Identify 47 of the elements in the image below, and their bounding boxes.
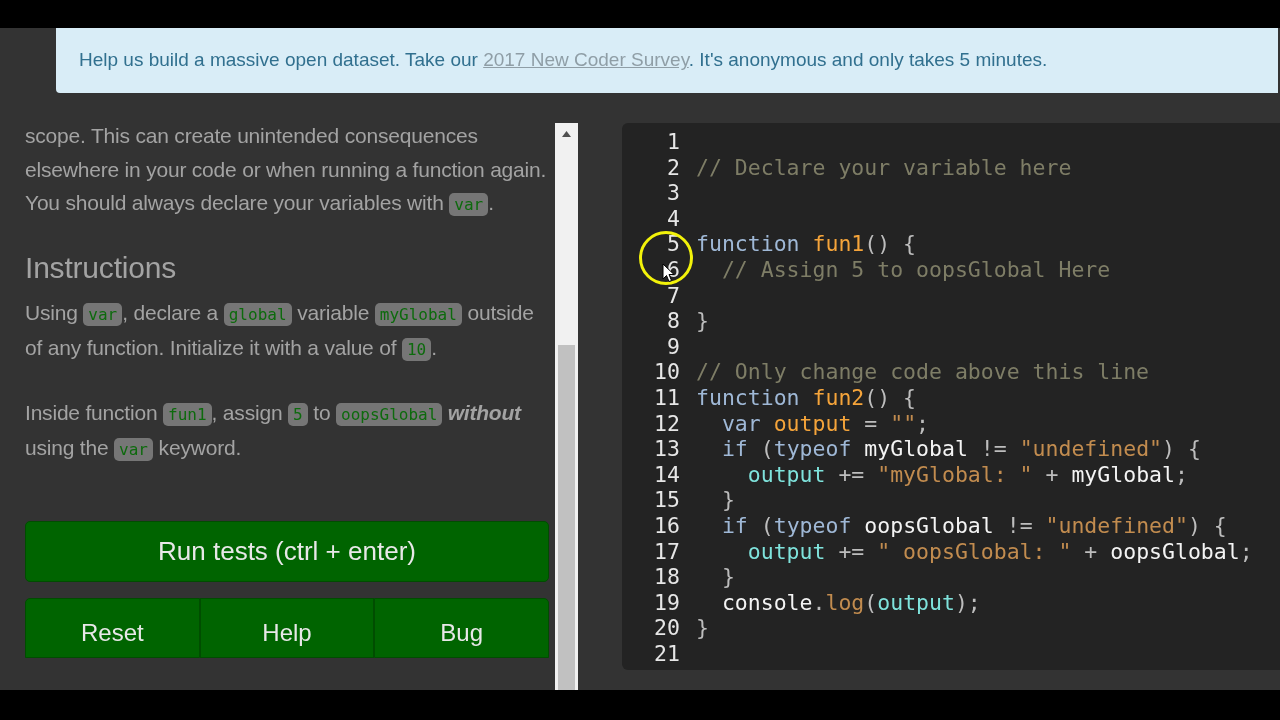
code-line: if (typeof myGlobal != "undefined") { — [720, 436, 1201, 462]
run-tests-button[interactable]: Run tests (ctrl + enter) — [25, 520, 549, 582]
action-button[interactable]: Help — [199, 597, 375, 658]
line-number: 17 — [653, 538, 681, 565]
line-number: 10 — [653, 359, 681, 385]
code-line: // Declare your variable here — [696, 154, 1072, 181]
code-line: // Assign 5 to oopsGlobal Here — [720, 256, 1111, 283]
line-number: 16 — [653, 512, 681, 539]
code-line: } — [696, 308, 709, 334]
code-line: console.log(output); — [720, 589, 981, 616]
line-number: 9 — [666, 333, 681, 360]
line-number: 1 — [666, 129, 681, 155]
line-number: 5 — [666, 231, 681, 257]
line-number: 8 — [666, 308, 681, 334]
action-button[interactable]: Bug — [374, 597, 549, 658]
scrollbar[interactable] — [555, 123, 578, 690]
code-line: } — [720, 564, 735, 590]
code-line: if (typeof oopsGlobal != "undefined") { — [720, 512, 1227, 539]
code-line: // Only change code above this line — [696, 359, 1150, 385]
instruction-text: Using var , declare a global variable myGlobal outside of any function. Initialize it with a value of 10 . — [25, 299, 535, 363]
line-number: 2 — [666, 154, 681, 181]
line-number: 14 — [653, 461, 681, 488]
code-line: output += " oopsGlobal: " + oopsGlobal; — [746, 538, 1253, 565]
code-line: } — [720, 487, 735, 513]
action-button[interactable]: Reset — [25, 597, 200, 658]
line-number: 3 — [666, 180, 681, 206]
section-heading: Instructions — [25, 249, 177, 286]
code-editor[interactable] — [622, 123, 1280, 670]
instruction-text: Inside function fun1 , assign 5 to oopsGlobal without using the var keyword. — [25, 399, 523, 463]
line-number: 13 — [653, 436, 681, 462]
scroll-up-icon[interactable] — [562, 131, 571, 137]
instruction-text: scope. This can create unintended consequences elsewhere in your code or when running a function again. You should always declare your variables with var . — [25, 123, 548, 218]
banner-text: Help us build a massive open dataset. Take our 2017 New Coder Survey. It's anonymous and only takes 5 minutes. — [79, 48, 1048, 73]
line-number: 7 — [666, 282, 681, 309]
line-number: 4 — [666, 205, 681, 232]
line-number: 15 — [653, 487, 681, 513]
line-number: 20 — [653, 615, 681, 641]
line-number: 12 — [653, 410, 681, 437]
line-number: 19 — [653, 589, 681, 616]
line-number: 18 — [653, 564, 681, 590]
code-line: } — [696, 615, 709, 641]
code-line: function fun1() { — [696, 231, 917, 257]
code-line: output += "myGlobal: " + myGlobal; — [746, 461, 1188, 488]
line-number: 11 — [653, 384, 681, 411]
code-line: var output = ""; — [720, 410, 930, 437]
line-number: 21 — [653, 640, 681, 667]
code-line: function fun2() { — [696, 384, 917, 411]
